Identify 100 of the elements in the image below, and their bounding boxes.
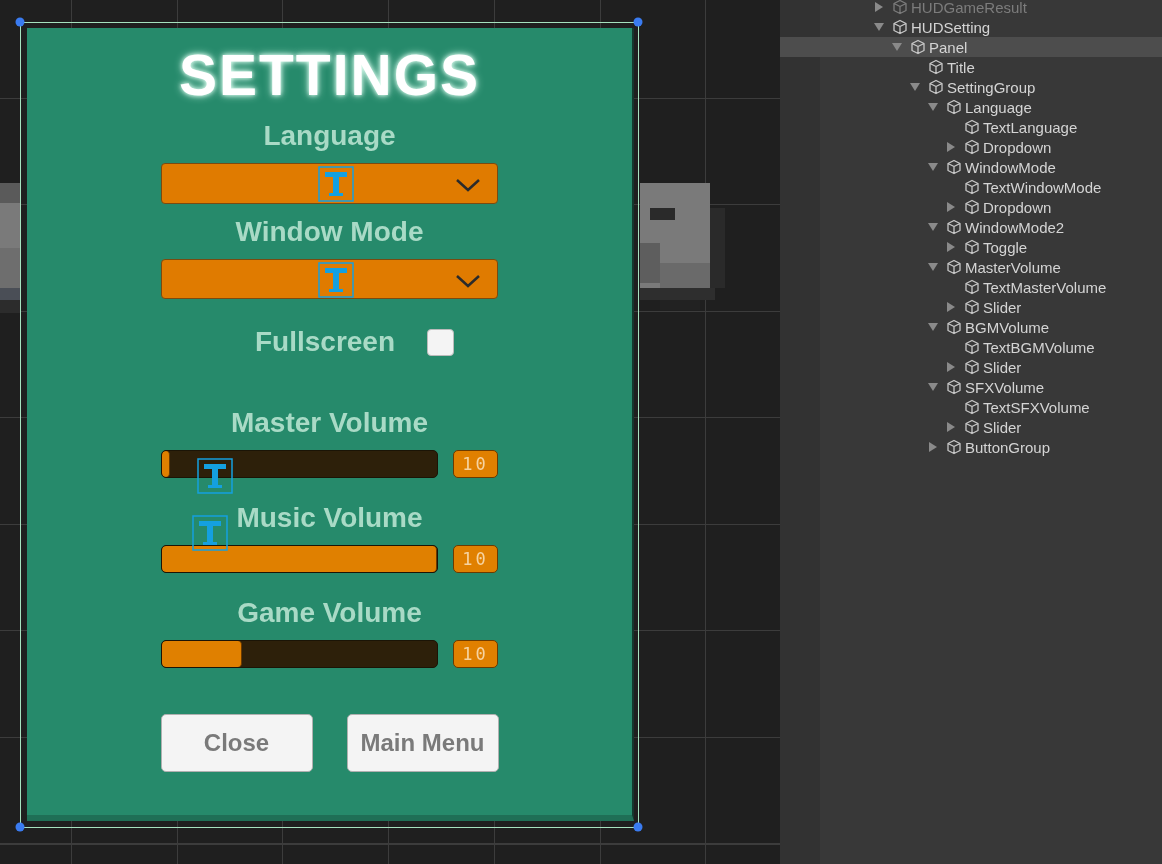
- item-label: ButtonGroup: [965, 438, 1051, 456]
- resize-handle-icon: [633, 822, 643, 832]
- cube-icon: [964, 139, 980, 155]
- cube-icon: [964, 279, 980, 295]
- hierarchy-item[interactable]: TextMasterVolume: [780, 277, 1162, 297]
- expanded-arrow-icon: [928, 382, 938, 392]
- cube-icon: [964, 419, 980, 435]
- text-gizmo-icon: [318, 262, 354, 298]
- cube-icon: [946, 159, 962, 175]
- cube-icon: [910, 39, 926, 55]
- hierarchy-item[interactable]: Slider: [780, 357, 1162, 377]
- chevron-down-icon: [455, 273, 481, 289]
- cube-icon: [964, 179, 980, 195]
- item-label: Slider: [983, 418, 1022, 436]
- collapsed-arrow-icon: [946, 302, 956, 312]
- hierarchy-item[interactable]: SFXVolume: [780, 377, 1162, 397]
- slider-track[interactable]: [161, 450, 438, 478]
- hierarchy-item[interactable]: Dropdown: [780, 197, 1162, 217]
- cube-icon: [964, 239, 980, 255]
- item-label: SFXVolume: [965, 378, 1045, 396]
- menu-button[interactable]: Close: [160, 714, 313, 772]
- collapsed-arrow-icon: [946, 362, 956, 372]
- checkbox[interactable]: [427, 328, 455, 356]
- item-label: HUDGameResult: [911, 0, 1027, 16]
- hierarchy-item[interactable]: TextBGMVolume: [780, 337, 1162, 357]
- resize-handle-icon: [15, 17, 25, 27]
- menu-button[interactable]: Main Menu: [346, 714, 499, 772]
- item-label: WindowMode: [965, 158, 1056, 176]
- cube-icon: [964, 359, 980, 375]
- expanded-arrow-icon: [928, 222, 938, 232]
- setting-label: Fullscreen: [254, 325, 396, 359]
- cube-icon: [946, 439, 962, 455]
- hierarchy-item[interactable]: Dropdown: [780, 137, 1162, 157]
- slider-value: 10: [453, 640, 498, 668]
- collapsed-arrow-icon: [946, 202, 956, 212]
- item-label: TextSFXVolume: [983, 398, 1090, 416]
- resize-handle-icon: [633, 17, 643, 27]
- item-label: Title: [947, 58, 975, 76]
- slider-value: 10: [453, 545, 498, 573]
- item-label: MasterVolume: [965, 258, 1061, 276]
- setting-label: Window Mode: [235, 215, 424, 249]
- item-label: TextMasterVolume: [983, 278, 1107, 296]
- dropdown[interactable]: [161, 163, 498, 204]
- setting-label: Game Volume: [237, 596, 422, 630]
- hierarchy-item[interactable]: MasterVolume: [780, 257, 1162, 277]
- cube-icon: [892, 0, 908, 15]
- expanded-arrow-icon: [928, 322, 938, 332]
- slider-track[interactable]: [161, 640, 438, 668]
- resize-handle-icon: [15, 822, 25, 832]
- item-label: Language: [965, 98, 1032, 116]
- collapsed-arrow-icon: [946, 242, 956, 252]
- text-gizmo-icon: [197, 458, 233, 494]
- chevron-down-icon: [455, 177, 481, 193]
- item-label: Slider: [983, 298, 1022, 316]
- hierarchy-item[interactable]: WindowMode2: [780, 217, 1162, 237]
- cube-icon: [928, 59, 944, 75]
- cube-icon: [946, 219, 962, 235]
- cube-icon: [892, 19, 908, 35]
- slider-value: 10: [453, 450, 498, 478]
- cube-icon: [928, 79, 944, 95]
- item-label: TextBGMVolume: [983, 338, 1095, 356]
- item-label: Dropdown: [983, 198, 1052, 216]
- cube-icon: [946, 99, 962, 115]
- item-label: Toggle: [983, 238, 1028, 256]
- hierarchy-item[interactable]: HUDSetting: [780, 17, 1162, 37]
- hierarchy-item[interactable]: TextSFXVolume: [780, 397, 1162, 417]
- expanded-arrow-icon: [928, 262, 938, 272]
- dropdown[interactable]: [161, 259, 498, 299]
- cube-icon: [946, 379, 962, 395]
- item-label: TextWindowMode: [983, 178, 1102, 196]
- item-label: WindowMode2: [965, 218, 1065, 236]
- setting-label: Music Volume: [236, 501, 423, 535]
- item-label: Slider: [983, 358, 1022, 376]
- cube-icon: [964, 339, 980, 355]
- hierarchy-item[interactable]: TextLanguage: [780, 117, 1162, 137]
- item-label: SettingGroup: [947, 78, 1036, 96]
- hierarchy-item[interactable]: WindowMode: [780, 157, 1162, 177]
- cube-icon: [964, 199, 980, 215]
- hierarchy-item[interactable]: Slider: [780, 417, 1162, 437]
- hierarchy-item[interactable]: ButtonGroup: [780, 437, 1162, 457]
- cube-icon: [946, 259, 962, 275]
- item-label: TextLanguage: [983, 118, 1078, 136]
- hierarchy-item[interactable]: Slider: [780, 297, 1162, 317]
- text-gizmo-icon: [192, 515, 228, 551]
- cube-icon: [964, 399, 980, 415]
- hierarchy-item[interactable]: BGMVolume: [780, 317, 1162, 337]
- item-label: HUDSetting: [911, 18, 991, 36]
- hierarchy-item[interactable]: Toggle: [780, 237, 1162, 257]
- cube-icon: [964, 299, 980, 315]
- cube-icon: [946, 319, 962, 335]
- hierarchy-item[interactable]: TextWindowMode: [780, 177, 1162, 197]
- hierarchy-item[interactable]: Title: [780, 57, 1162, 77]
- text-gizmo-icon: [318, 166, 354, 202]
- hierarchy-item[interactable]: Panel: [780, 37, 1162, 57]
- panel-title: SETTINGS: [179, 45, 480, 105]
- hierarchy-item[interactable]: SettingGroup: [780, 77, 1162, 97]
- hierarchy-item[interactable]: Language: [780, 97, 1162, 117]
- collapsed-arrow-icon: [874, 2, 884, 12]
- item-label: BGMVolume: [965, 318, 1050, 336]
- item-label: Panel: [929, 38, 968, 56]
